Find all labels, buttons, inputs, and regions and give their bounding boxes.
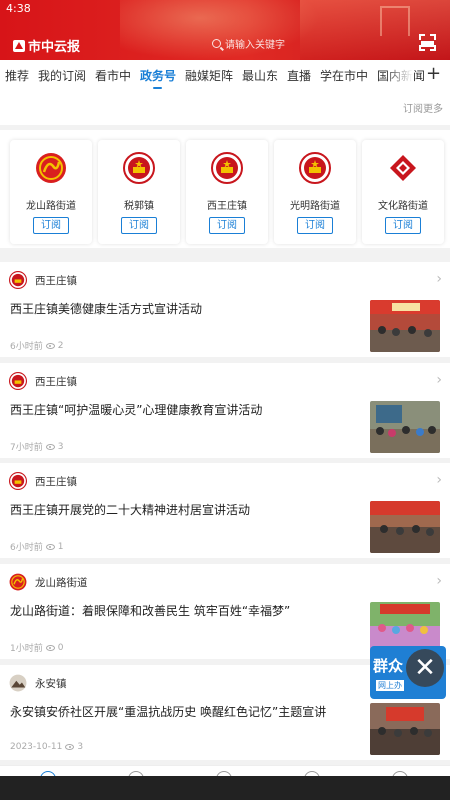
view-count: 0 bbox=[57, 642, 64, 653]
news-thumbnail[interactable] bbox=[370, 703, 440, 755]
app-header: 4:38 市中云报 请输入关键字 bbox=[0, 0, 450, 60]
channel-tabs: 推荐 我的订阅 看市中 政务号 融媒矩阵 最山东 直播 学在市中 国内新闻 + bbox=[0, 60, 450, 90]
search-box[interactable]: 请输入关键字 bbox=[212, 36, 285, 51]
news-item[interactable]: 西王庄镇 › 西王庄镇美德健康生活方式宣讲活动 6小时前 2 bbox=[0, 262, 450, 357]
eye-icon bbox=[45, 443, 55, 450]
news-time: 1小时前 bbox=[10, 644, 43, 654]
news-thumbnail[interactable] bbox=[370, 401, 440, 453]
wenhua-logo-icon bbox=[390, 155, 416, 181]
news-time: 6小时前 bbox=[10, 543, 43, 553]
subscribe-button[interactable]: 订阅 bbox=[209, 217, 245, 234]
view-count: 3 bbox=[77, 742, 84, 752]
source-name[interactable]: 龙山路街道 bbox=[35, 575, 88, 590]
source-name[interactable]: 西王庄镇 bbox=[35, 273, 77, 288]
account-card-guangming[interactable]: 光明路街道 订阅 bbox=[274, 140, 356, 244]
search-placeholder: 请输入关键字 bbox=[225, 40, 285, 51]
mountain-photo-icon bbox=[9, 674, 27, 692]
news-item[interactable]: 西王庄镇 › 西王庄镇“呵护温暖心灵”心理健康教育宣讲活动 7小时前 3 bbox=[0, 363, 450, 458]
account-card-wenhua[interactable]: 文化路街道 订阅 bbox=[362, 140, 444, 244]
subscribe-more-link[interactable]: 订阅更多 bbox=[403, 100, 443, 115]
subscribe-button[interactable]: 订阅 bbox=[33, 217, 69, 234]
tab-media-matrix[interactable]: 融媒矩阵 bbox=[185, 67, 233, 84]
chevron-right-icon[interactable]: › bbox=[436, 372, 442, 388]
eye-icon bbox=[45, 644, 55, 651]
tab-my-subscriptions[interactable]: 我的订阅 bbox=[38, 67, 86, 84]
news-thumbnail[interactable] bbox=[370, 501, 440, 553]
tab-government[interactable]: 政务号 bbox=[140, 67, 176, 84]
chevron-right-icon[interactable]: › bbox=[436, 472, 442, 488]
news-meta: 7小时前 3 bbox=[10, 440, 64, 454]
account-card-shuiguo[interactable]: 税郭镇 订阅 bbox=[98, 140, 180, 244]
status-time: 4:38 bbox=[6, 2, 31, 15]
government-accounts: 龙山路街道 订阅 税郭镇 订阅 西王庄镇 订阅 光明路街道 订阅 文化路街道 订… bbox=[0, 130, 450, 248]
subscribe-button[interactable]: 订阅 bbox=[121, 217, 157, 234]
news-title[interactable]: 西王庄镇美德健康生活方式宣讲活动 bbox=[10, 300, 365, 317]
news-title[interactable]: 西王庄镇开展党的二十大精神进村居宣讲活动 bbox=[10, 501, 365, 518]
national-emblem-icon bbox=[9, 472, 27, 490]
national-emblem-icon bbox=[123, 152, 155, 184]
news-title[interactable]: 永安镇安侨社区开展“重温抗战历史 唤醒红色记忆”主题宣讲 bbox=[10, 703, 365, 720]
view-count: 1 bbox=[57, 541, 64, 552]
longshan-logo-icon bbox=[9, 573, 27, 591]
subscribe-button[interactable]: 订阅 bbox=[385, 217, 421, 234]
eye-icon bbox=[65, 744, 75, 750]
news-meta: 6小时前 2 bbox=[10, 339, 64, 353]
source-name[interactable]: 永安镇 bbox=[35, 676, 67, 691]
logo-icon bbox=[13, 39, 25, 52]
app-name: 市中云报 bbox=[28, 40, 81, 55]
national-emblem-icon bbox=[9, 271, 27, 289]
chevron-right-icon[interactable]: › bbox=[436, 271, 442, 287]
national-emblem-icon bbox=[211, 152, 243, 184]
active-tab-indicator bbox=[153, 87, 162, 89]
news-title[interactable]: 西王庄镇“呵护温暖心灵”心理健康教育宣讲活动 bbox=[10, 401, 365, 418]
badge-main-text: 群众 bbox=[373, 657, 404, 675]
badge-sub-text: 网上办 bbox=[376, 680, 404, 691]
tab-live[interactable]: 直播 bbox=[287, 67, 311, 84]
system-navigation-bar bbox=[0, 776, 450, 800]
news-item[interactable]: 西王庄镇 › 西王庄镇开展党的二十大精神进村居宣讲活动 6小时前 1 bbox=[0, 463, 450, 558]
tab-study[interactable]: 学在市中 bbox=[320, 67, 368, 84]
news-item[interactable]: 龙山路街道 › 龙山路街道：着眼保障和改善民生 筑牢百姓“幸福梦” 1小时前 0 bbox=[0, 564, 450, 659]
search-icon bbox=[212, 39, 221, 48]
app-logo: 市中云报 bbox=[13, 36, 80, 55]
news-thumbnail[interactable] bbox=[370, 300, 440, 352]
longshan-logo-icon bbox=[36, 153, 66, 183]
add-channel-icon[interactable]: + bbox=[426, 63, 441, 84]
news-time: 2023-10-11 bbox=[10, 742, 63, 752]
account-card-longshan[interactable]: 龙山路街道 订阅 bbox=[10, 140, 92, 244]
news-meta: 1小时前 0 bbox=[10, 641, 64, 655]
close-icon[interactable]: ✕ bbox=[406, 649, 444, 687]
eye-icon bbox=[45, 543, 55, 550]
account-card-xiwangzhuang[interactable]: 西王庄镇 订阅 bbox=[186, 140, 268, 244]
tab-recommend[interactable]: 推荐 bbox=[5, 67, 29, 84]
national-emblem-icon bbox=[299, 152, 331, 184]
news-title[interactable]: 龙山路街道：着眼保障和改善民生 筑牢百姓“幸福梦” bbox=[10, 602, 365, 619]
view-count: 2 bbox=[57, 340, 64, 351]
view-count: 3 bbox=[57, 441, 64, 452]
header-decoration bbox=[120, 0, 320, 60]
great-wall-banner bbox=[300, 0, 450, 60]
national-emblem-icon bbox=[9, 372, 27, 390]
news-meta: 2023-10-11 3 bbox=[10, 742, 83, 752]
news-time: 7小时前 bbox=[10, 443, 43, 453]
tab-shizhong[interactable]: 看市中 bbox=[95, 67, 131, 84]
subscribe-button[interactable]: 订阅 bbox=[297, 217, 333, 234]
news-time: 6小时前 bbox=[10, 342, 43, 352]
source-name[interactable]: 西王庄镇 bbox=[35, 374, 77, 389]
chevron-right-icon[interactable]: › bbox=[436, 573, 442, 589]
source-name[interactable]: 西王庄镇 bbox=[35, 474, 77, 489]
news-meta: 6小时前 1 bbox=[10, 540, 64, 554]
scan-icon[interactable] bbox=[419, 34, 436, 51]
eye-icon bbox=[45, 342, 55, 349]
tab-shandong[interactable]: 最山东 bbox=[242, 67, 278, 84]
